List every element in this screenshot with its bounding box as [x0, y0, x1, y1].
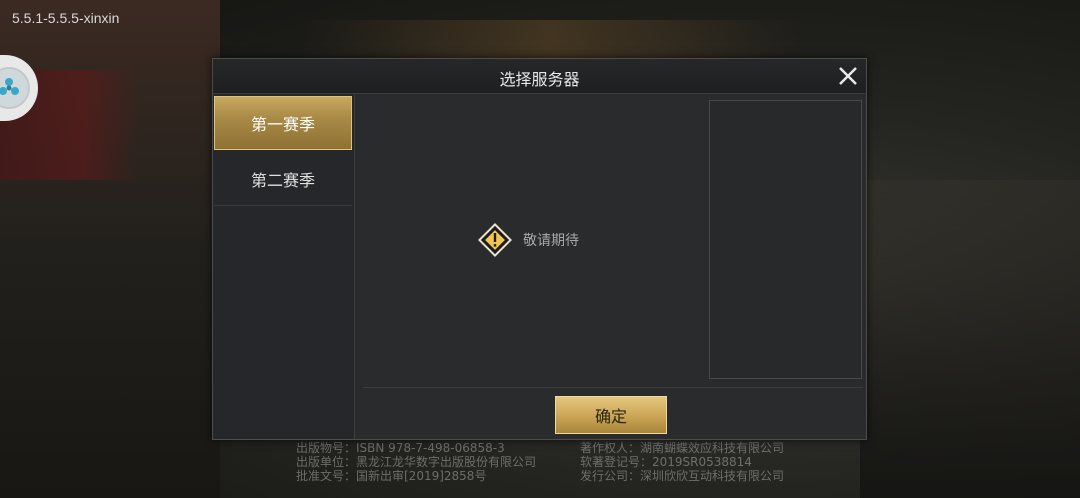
close-button[interactable] — [834, 62, 862, 90]
server-list-area: 敬请期待 — [355, 94, 709, 390]
copyright-line: 出版物号：ISBN 978-7-498-06858-3 — [296, 441, 505, 455]
server-select-dialog: 选择服务器 第一赛季 第二赛季 敬请期待 确定 — [212, 58, 867, 440]
server-detail-panel — [709, 100, 862, 379]
notice-text: 敬请期待 — [523, 233, 579, 249]
dialog-title: 选择服务器 — [499, 70, 580, 89]
copyright-right-block: 著作权人：湖南蝴蝶效应科技有限公司 软著登记号：2019SR0538814 发行… — [580, 441, 784, 483]
background-game-title — [300, 20, 800, 60]
tab-season-two[interactable]: 第二赛季 — [214, 152, 352, 206]
confirm-button[interactable]: 确定 — [555, 396, 667, 434]
coming-soon-notice: 敬请期待 — [477, 222, 579, 258]
copyright-line: 批准文号：国新出审[2019]2858号 — [296, 469, 487, 483]
version-label: 5.5.1-5.5.5-xinxin — [12, 10, 120, 26]
background-right-scene — [860, 180, 1080, 498]
warning-icon — [478, 223, 512, 257]
close-icon — [839, 67, 857, 85]
season-sidebar: 第一赛季 第二赛季 — [213, 94, 355, 439]
tab-season-one[interactable]: 第一赛季 — [214, 96, 352, 150]
copyright-line: 发行公司：深圳欣欣互动科技有限公司 — [580, 469, 785, 483]
copyright-line: 著作权人：湖南蝴蝶效应科技有限公司 — [580, 441, 785, 455]
assistive-ball-icon — [0, 67, 30, 109]
dialog-header: 选择服务器 — [213, 59, 866, 94]
copyright-left-block: 出版物号：ISBN 978-7-498-06858-3 出版单位：黑龙江龙华数字… — [296, 441, 536, 483]
copyright-line: 出版单位：黑龙江龙华数字出版股份有限公司 — [296, 455, 537, 469]
copyright-line: 软著登记号：2019SR0538814 — [580, 455, 752, 469]
footer-divider — [363, 387, 863, 388]
